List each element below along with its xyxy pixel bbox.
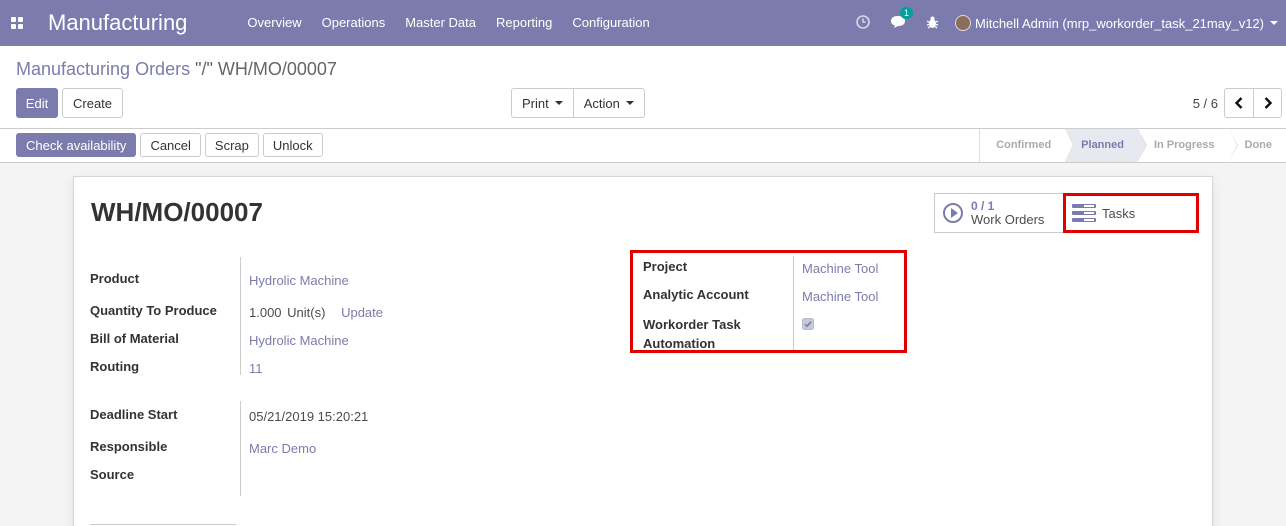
deadline-start-field: 05/21/2019 15:20:21 [249, 409, 369, 424]
chevron-down-icon [625, 101, 634, 105]
stage-planned[interactable]: Planned [1065, 129, 1147, 162]
work-orders-label: Work Orders [971, 212, 1045, 227]
tasks-list-icon [1072, 204, 1096, 222]
tasks-smart-button[interactable]: Tasks [1063, 193, 1199, 233]
pager-value[interactable]: 5 / 6 [1193, 96, 1218, 111]
pager-next-button[interactable] [1253, 88, 1282, 118]
menu-item-overview[interactable]: Overview [237, 0, 311, 46]
stage-confirmed[interactable]: Confirmed [980, 129, 1075, 162]
bom-label: Bill of Material [90, 331, 179, 346]
sidebar-actions: Print Action [511, 88, 645, 118]
quantity-label: Quantity To Produce [90, 303, 217, 318]
responsible-field[interactable]: Marc Demo [249, 441, 316, 456]
automation-label-line-1: Workorder Task [643, 317, 741, 332]
form-statusbar: Check availability Cancel Scrap Unlock C… [0, 129, 1286, 163]
quantity-value: 1.000 [249, 305, 282, 320]
menu-item-operations[interactable]: Operations [312, 0, 396, 46]
product-label: Product [90, 271, 140, 286]
work-orders-count: 0 / 1 [971, 199, 995, 213]
quantity-uom: Unit(s) [287, 305, 326, 320]
analytic-account-label: Analytic Account [643, 287, 749, 302]
product-field[interactable]: Hydrolic Machine [249, 273, 349, 288]
breadcrumb: Manufacturing Orders "/" WH/MO/00007 [16, 59, 337, 80]
scrap-button[interactable]: Scrap [204, 133, 259, 157]
user-name: Mitchell Admin (mrp_workorder_task_21may… [974, 15, 1264, 31]
stage-label: Planned [1081, 139, 1124, 151]
cancel-button[interactable]: Cancel [140, 133, 201, 157]
breadcrumb-current: WH/MO/00007 [217, 59, 337, 79]
breadcrumb-parent-link[interactable]: Manufacturing Orders [16, 59, 190, 79]
control-panel: Manufacturing Orders "/" WH/MO/00007 Edi… [0, 46, 1286, 129]
field-separator [240, 257, 241, 375]
work-orders-smart-button[interactable]: 0 / 1 Work Orders [934, 193, 1064, 233]
source-label: Source [90, 467, 135, 482]
stage-pipeline: Confirmed Planned In Progress Done [979, 129, 1286, 162]
top-navbar: Manufacturing Overview Operations Master… [0, 0, 1286, 46]
routing-label: Routing [90, 359, 140, 374]
avatar [954, 15, 971, 31]
print-label: Print [522, 95, 549, 111]
bom-field[interactable]: Hydrolic Machine [249, 333, 349, 348]
stage-label: Done [1244, 139, 1273, 151]
user-menu[interactable]: Mitchell Admin (mrp_workorder_task_21may… [954, 15, 1278, 31]
chevron-left-icon [1234, 97, 1243, 109]
menu-item-master-data[interactable]: Master Data [395, 0, 486, 46]
analytic-account-field[interactable]: Machine Tool [802, 289, 878, 304]
chevron-right-icon [1264, 97, 1272, 109]
deadline-start-label: Deadline Start [90, 407, 178, 422]
check-availability-button[interactable]: Check availability [16, 133, 137, 157]
chevron-down-icon [554, 101, 563, 105]
breadcrumb-separator: "/" [195, 59, 213, 79]
create-button[interactable]: Create [62, 88, 124, 118]
play-circle-icon [943, 203, 963, 223]
pager: 5 / 6 [1193, 88, 1282, 118]
quantity-field: 1.000 Unit(s) Update [249, 305, 383, 320]
record-title: WH/MO/00007 [91, 197, 263, 227]
field-separator [240, 401, 241, 496]
field-separator [793, 256, 794, 350]
notebook-tab-edge [90, 524, 236, 525]
responsible-label: Responsible [90, 439, 168, 454]
apps-menu-button[interactable] [0, 0, 34, 46]
menu-item-configuration[interactable]: Configuration [562, 0, 659, 46]
apps-grid-icon [11, 17, 23, 29]
workorder-task-automation-checkbox[interactable] [802, 318, 814, 333]
menu-item-reporting[interactable]: Reporting [486, 0, 562, 46]
update-quantity-link[interactable]: Update [341, 305, 383, 320]
stage-in-progress[interactable]: In Progress [1137, 129, 1238, 162]
form-sheet: WH/MO/00007 0 / 1 Work Orders Tasks Prod… [73, 176, 1213, 526]
automation-label-line-2: Automation [643, 336, 716, 351]
project-label: Project [643, 259, 688, 274]
action-label: Action [583, 95, 620, 111]
debug-bug-icon[interactable] [926, 15, 939, 32]
pager-previous-button[interactable] [1224, 88, 1253, 118]
messaging-chat-icon[interactable]: 1 [890, 6, 913, 32]
chat-count-badge: 1 [899, 6, 913, 19]
activity-clock-icon[interactable] [856, 14, 870, 32]
tasks-label: Tasks [1102, 205, 1136, 221]
check-icon [802, 318, 814, 330]
main-menu: Overview Operations Master Data Reportin… [237, 0, 659, 46]
project-field[interactable]: Machine Tool [802, 261, 878, 276]
app-brand[interactable]: Manufacturing [48, 10, 187, 36]
print-dropdown-button[interactable]: Print [511, 88, 573, 118]
stage-label: Confirmed [996, 139, 1052, 151]
action-dropdown-button[interactable]: Action [572, 88, 645, 118]
routing-field[interactable]: 11 [249, 361, 263, 376]
chevron-down-icon [1270, 21, 1278, 25]
workorder-task-automation-label: Workorder Task Automation [643, 315, 741, 353]
unlock-button[interactable]: Unlock [262, 133, 323, 157]
edit-button[interactable]: Edit [16, 88, 58, 118]
stage-label: In Progress [1153, 139, 1215, 151]
